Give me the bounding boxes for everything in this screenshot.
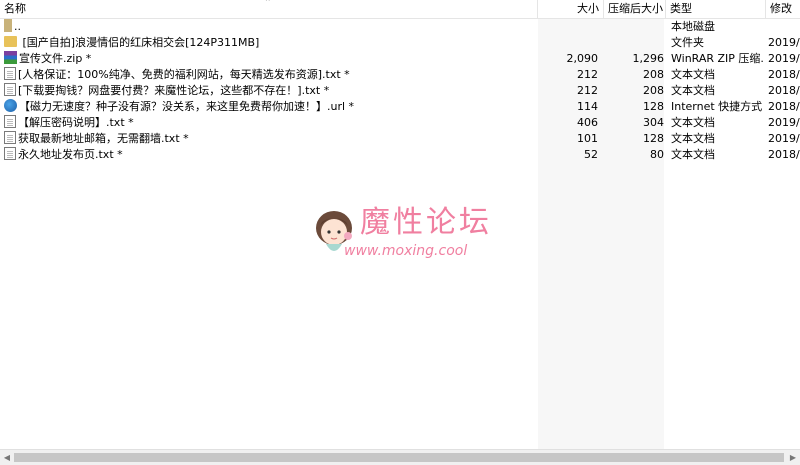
text-file-icon: [4, 147, 16, 160]
list-item-type: 文本文档: [671, 148, 715, 161]
list-item[interactable]: [国产自拍]浪漫情侣的红床相交会[124P311MB] 文件夹 2019/: [0, 35, 800, 51]
list-item-name-cell: [国产自拍]浪漫情侣的红床相交会[124P311MB]: [4, 35, 538, 51]
column-header-size-label: 大小: [577, 2, 599, 15]
list-item-size: [540, 35, 598, 51]
list-item-modified: 2019/: [768, 52, 800, 65]
column-header-modified[interactable]: 修改: [766, 0, 800, 18]
text-file-icon: [4, 115, 16, 128]
column-header-type-label: 类型: [670, 2, 692, 15]
list-item-name-cell: 获取最新地址邮箱，无需翻墙.txt *: [4, 131, 538, 147]
list-item-name: [国产自拍]浪漫情侣的红床相交会[124P311MB]: [22, 36, 260, 49]
list-item-modified: 2018/: [768, 100, 800, 113]
list-item-size: 212: [577, 84, 598, 97]
list-item-name: [下载要掏钱？网盘要付费？来魔性论坛，这些都不存在！].txt *: [18, 84, 330, 97]
list-item[interactable]: [下载要掏钱？网盘要付费？来魔性论坛，这些都不存在！].txt * 212 20…: [0, 83, 800, 99]
list-item-packed: 1,296: [632, 52, 665, 65]
list-item-name: 宣传文件.zip *: [19, 52, 92, 65]
zip-archive-icon: [4, 51, 17, 64]
list-item-size: 114: [577, 100, 598, 113]
list-item-packed: 128: [643, 100, 664, 113]
watermark-url: www.moxing.cool: [344, 243, 468, 259]
column-header-modified-label: 修改: [770, 2, 792, 15]
column-header-name-label: 名称: [4, 2, 26, 15]
list-item-packed: 304: [643, 116, 664, 129]
scroll-right-icon[interactable]: ▶: [786, 450, 800, 465]
list-item-modified: 2018/: [768, 148, 800, 161]
column-header-packed-label: 压缩后大小: [608, 2, 663, 15]
list-item-name-cell: [下载要掏钱？网盘要付费？来魔性论坛，这些都不存在！].txt *: [4, 83, 538, 99]
list-item-size: 406: [577, 116, 598, 129]
scroll-left-icon[interactable]: ◀: [0, 450, 14, 465]
list-item-size: [540, 19, 598, 35]
list-item-name: 永久地址发布页.txt *: [18, 148, 123, 161]
list-item-name: 【磁力无速度？种子没有源？没关系，来这里免费帮你加速！】.url *: [19, 100, 355, 113]
list-item-type: WinRAR ZIP 压缩...: [671, 52, 765, 65]
folder-icon: [4, 36, 17, 47]
horizontal-scrollbar[interactable]: ◀ ▶: [0, 449, 800, 465]
list-item-size: 52: [584, 148, 598, 161]
list-item-packed: 208: [643, 84, 664, 97]
list-item-packed: 128: [643, 132, 664, 145]
list-item[interactable]: 获取最新地址邮箱，无需翻墙.txt * 101 128 文本文档 2019/: [0, 131, 800, 147]
column-header-size[interactable]: 大小: [538, 0, 604, 18]
list-item-name: [人格保证：100%纯净、免费的福利网站，每天精选发布资源].txt *: [18, 68, 350, 81]
text-file-icon: [4, 67, 16, 80]
list-item-name-cell: [人格保证：100%纯净、免费的福利网站，每天精选发布资源].txt *: [4, 67, 538, 83]
list-item-modified: [768, 19, 800, 35]
list-item-name-cell: 永久地址发布页.txt *: [4, 147, 538, 163]
watermark-title: 魔性论坛: [360, 205, 492, 240]
text-file-icon: [4, 131, 16, 144]
list-item-size: 2,090: [566, 52, 599, 65]
list-item-name: ..: [14, 20, 21, 33]
list-item-modified: 2018/: [768, 84, 800, 97]
list-item-modified: 2018/: [768, 68, 800, 81]
list-item-type: 文本文档: [671, 68, 715, 81]
list-item-type: 文件夹: [671, 36, 704, 49]
list-item[interactable]: [人格保证：100%纯净、免费的福利网站，每天精选发布资源].txt * 212…: [0, 67, 800, 83]
list-item-type: 本地磁盘: [671, 20, 715, 33]
list-item-type: 文本文档: [671, 132, 715, 145]
list-item-packed: [604, 19, 664, 35]
list-item-name: 获取最新地址邮箱，无需翻墙.txt *: [18, 132, 189, 145]
list-item[interactable]: 宣传文件.zip * 2,090 1,296 WinRAR ZIP 压缩... …: [0, 51, 800, 67]
text-file-icon: [4, 83, 16, 96]
list-item[interactable]: 【磁力无速度？种子没有源？没关系，来这里免费帮你加速！】.url * 114 1…: [0, 99, 800, 115]
watermark-logo: 魔性论坛 www.moxing.cool: [312, 204, 502, 266]
list-item-type: 文本文档: [671, 116, 715, 129]
list-item-name-cell: 宣传文件.zip *: [4, 51, 538, 67]
list-item-packed: 208: [643, 68, 664, 81]
list-item-modified: 2019/: [768, 132, 800, 145]
list-item-packed: [604, 35, 664, 51]
column-header-packed-size[interactable]: 压缩后大小: [604, 0, 666, 18]
list-item-modified: 2019/: [768, 36, 800, 49]
list-item[interactable]: 永久地址发布页.txt * 52 80 文本文档 2018/: [0, 147, 800, 163]
list-item[interactable]: 【解压密码说明】.txt * 406 304 文本文档 2019/: [0, 115, 800, 131]
column-header-bar: 名称 ⌃ 大小 压缩后大小 类型 修改: [0, 0, 800, 19]
list-item-name: 【解压密码说明】.txt *: [18, 116, 134, 129]
list-item-modified: 2019/: [768, 116, 800, 129]
list-item-packed: 80: [650, 148, 664, 161]
list-item-size: 212: [577, 68, 598, 81]
list-item-name-cell: 【磁力无速度？种子没有源？没关系，来这里免费帮你加速！】.url *: [4, 99, 538, 115]
list-item-type: 文本文档: [671, 84, 715, 97]
sort-ascending-icon: ⌃: [264, 0, 272, 8]
list-item-size: 101: [577, 132, 598, 145]
up-folder-icon: [4, 19, 12, 32]
list-item-name-cell: 【解压密码说明】.txt *: [4, 115, 538, 131]
column-header-type[interactable]: 类型: [666, 0, 766, 18]
list-item-parent[interactable]: .. 本地磁盘: [0, 19, 800, 35]
globe-icon: [4, 99, 17, 112]
list-item-type: Internet 快捷方式: [671, 100, 763, 113]
list-item-name-cell: ..: [4, 19, 538, 35]
scrollbar-thumb[interactable]: [14, 453, 784, 462]
